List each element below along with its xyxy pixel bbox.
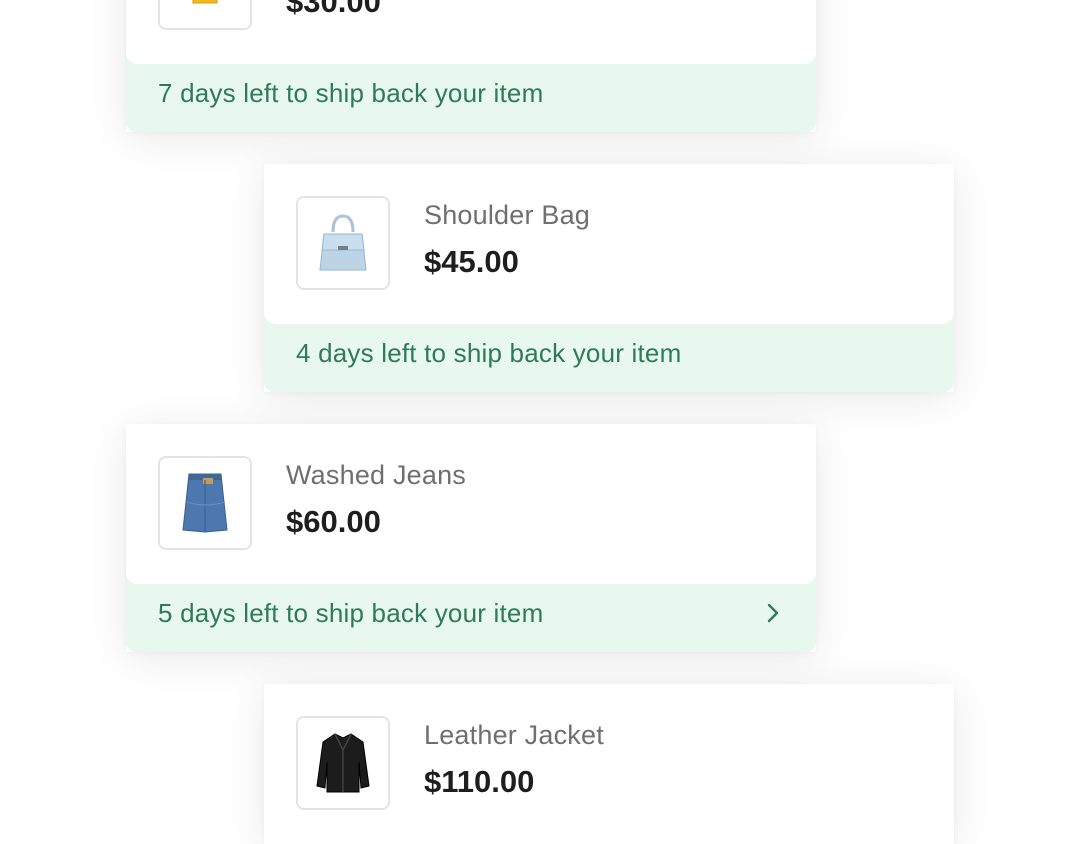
chevron-right-icon[interactable] <box>762 602 784 624</box>
ship-back-text: 5 days left to ship back your item <box>158 598 544 628</box>
return-item-card-leather-jacket[interactable]: Leather Jacket $110.00 <box>264 684 954 844</box>
shoulder-bag-icon <box>319 214 367 271</box>
item-name: Shoulder Bag <box>424 200 591 230</box>
item-summary: Leather Jacket $110.00 <box>264 684 954 844</box>
product-thumbnail <box>296 196 390 290</box>
ship-back-text: 4 days left to ship back your item <box>296 338 682 368</box>
item-summary: Shoulder Bag $45.00 <box>264 164 954 324</box>
item-summary: Washed Jeans $60.00 <box>126 424 816 584</box>
item-name: Leather Jacket <box>424 720 604 750</box>
product-thumbnail <box>296 716 390 810</box>
product-thumbnail <box>158 0 252 30</box>
ship-back-banner[interactable]: 7 days left to ship back your item <box>126 54 816 132</box>
yellow-sweater-icon <box>192 0 218 4</box>
item-name: Washed Jeans <box>286 460 466 490</box>
return-item-card-shoulder-bag[interactable]: Shoulder Bag $45.00 4 days left to ship … <box>264 164 954 392</box>
leather-jacket-icon <box>316 733 370 793</box>
product-thumbnail <box>158 456 252 550</box>
item-price: $60.00 <box>286 504 381 539</box>
item-price: $110.00 <box>424 764 535 799</box>
ship-back-banner[interactable]: 5 days left to ship back your item <box>126 574 816 652</box>
ship-back-banner[interactable]: 4 days left to ship back your item <box>264 314 954 392</box>
item-price: $45.00 <box>424 244 519 279</box>
item-price: $30.00 <box>286 0 381 19</box>
return-item-card-jeans[interactable]: Washed Jeans $60.00 5 days left to ship … <box>126 424 816 652</box>
ship-back-text: 7 days left to ship back your item <box>158 78 544 108</box>
return-item-card-sweater[interactable]: $30.00 7 days left to ship back your ite… <box>126 0 816 132</box>
jeans-icon <box>182 473 228 533</box>
item-summary: $30.00 <box>126 0 816 64</box>
